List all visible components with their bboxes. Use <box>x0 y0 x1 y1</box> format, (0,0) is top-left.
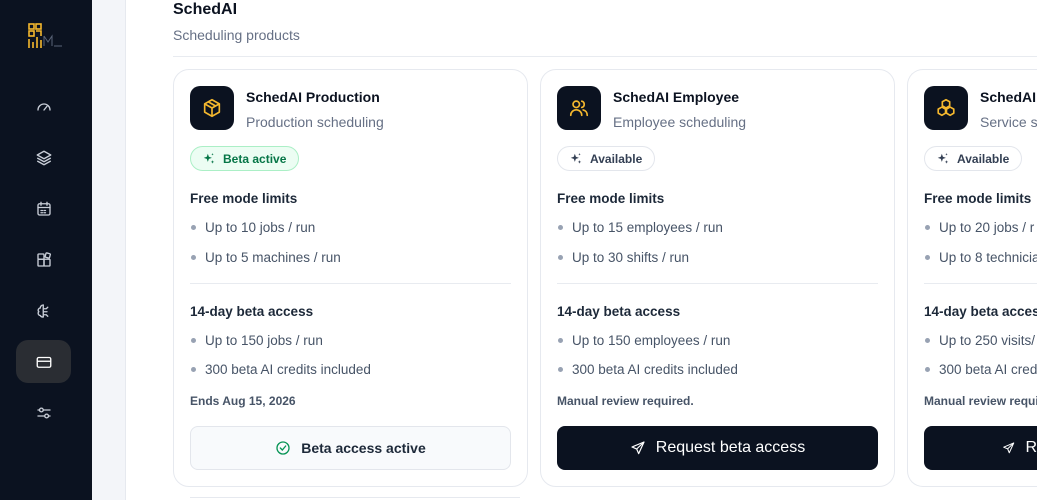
status-badge-label: Available <box>590 151 643 166</box>
sliders-icon <box>36 406 51 419</box>
list-item: Up to 5 machines / run <box>190 250 341 265</box>
nav-integrations[interactable] <box>16 238 71 281</box>
card-divider <box>190 283 511 284</box>
content-gutter <box>92 0 125 500</box>
users-icon <box>569 100 589 117</box>
button-label: R <box>1025 439 1037 456</box>
status-badge: Available <box>557 146 656 171</box>
status-badge: Available <box>924 146 1023 171</box>
brain-icon <box>37 303 48 318</box>
sparkles-icon <box>203 152 215 164</box>
product-icon <box>557 86 601 130</box>
button-label: Beta access active <box>301 440 426 456</box>
beta-access-title: 14-day beta access <box>557 304 681 319</box>
list-item: Up to 10 jobs / run <box>190 220 315 235</box>
review-note: Manual review requir <box>924 394 1037 408</box>
list-item: 300 beta AI credits included <box>190 362 371 377</box>
button-label: Request beta access <box>655 439 806 456</box>
nav-ai[interactable] <box>16 289 71 332</box>
list-item: Up to 8 technicia <box>924 250 1037 265</box>
section-subtitle: Scheduling products <box>173 27 300 43</box>
free-limits-title: Free mode limits <box>190 191 298 206</box>
sidebar <box>0 0 92 500</box>
beta-end-date: Ends Aug 15, 2026 <box>190 394 296 408</box>
product-name: SchedAI Production <box>246 89 380 105</box>
product-description: Employee scheduling <box>613 114 747 130</box>
sparkles-icon <box>937 152 949 164</box>
nav-products[interactable] <box>16 136 71 179</box>
apps-icon <box>36 251 51 267</box>
product-icon <box>924 86 968 130</box>
list-item: Up to 15 employees / run <box>557 220 723 235</box>
nav-settings[interactable] <box>16 391 71 434</box>
product-name: SchedAI S <box>980 89 1037 105</box>
credit-card-icon <box>36 356 51 368</box>
list-item: Up to 150 employees / run <box>557 333 730 348</box>
request-beta-access-button[interactable]: Request beta access <box>557 426 878 470</box>
product-icon <box>190 86 234 130</box>
status-badge-label: Beta active <box>223 151 287 166</box>
list-item: Up to 30 shifts / run <box>557 250 689 265</box>
status-badge-label: Available <box>957 151 1010 166</box>
product-card-employee: SchedAI Employee Employee scheduling Ava… <box>540 69 895 487</box>
product-description: Service sc <box>980 114 1037 130</box>
list-item: Up to 150 jobs / run <box>190 333 323 348</box>
send-icon <box>631 441 645 455</box>
review-note: Manual review required. <box>557 394 694 408</box>
nav-billing[interactable] <box>16 340 71 383</box>
product-card-service: SchedAI S Service sc Available Free mode… <box>907 69 1037 487</box>
product-card-production: SchedAI Production Production scheduling… <box>173 69 528 487</box>
boxes-icon <box>937 98 955 117</box>
beta-access-active-button[interactable]: Beta access active <box>190 426 511 470</box>
free-limits-title: Free mode limits <box>557 191 665 206</box>
section-divider <box>173 56 1037 57</box>
nav-dashboard[interactable] <box>16 85 71 128</box>
request-beta-access-button[interactable]: R <box>924 426 1037 470</box>
list-item: 300 beta AI cred <box>924 362 1037 377</box>
status-badge: Beta active <box>190 146 300 171</box>
list-item: Up to 250 visits/ <box>924 333 1035 348</box>
cube-icon <box>203 98 221 118</box>
sparkles-icon <box>570 152 582 164</box>
check-circle-icon <box>276 441 290 455</box>
company-logo[interactable] <box>27 22 67 50</box>
card-divider <box>557 283 878 284</box>
nav-schedule[interactable] <box>16 187 71 230</box>
send-icon <box>1003 442 1015 454</box>
list-item: Up to 20 jobs / r <box>924 220 1034 235</box>
product-description: Production scheduling <box>246 114 384 130</box>
calendar-icon <box>36 201 51 216</box>
card-divider <box>924 283 1037 284</box>
list-item: 300 beta AI credits included <box>557 362 738 377</box>
beta-access-title: 14-day beta access <box>924 304 1037 319</box>
free-limits-title: Free mode limits <box>924 191 1032 206</box>
section-title: SchedAI <box>173 1 238 18</box>
layers-icon <box>36 150 51 165</box>
beta-access-title: 14-day beta access <box>190 304 314 319</box>
product-name: SchedAI Employee <box>613 89 740 105</box>
gauge-icon <box>36 102 51 111</box>
